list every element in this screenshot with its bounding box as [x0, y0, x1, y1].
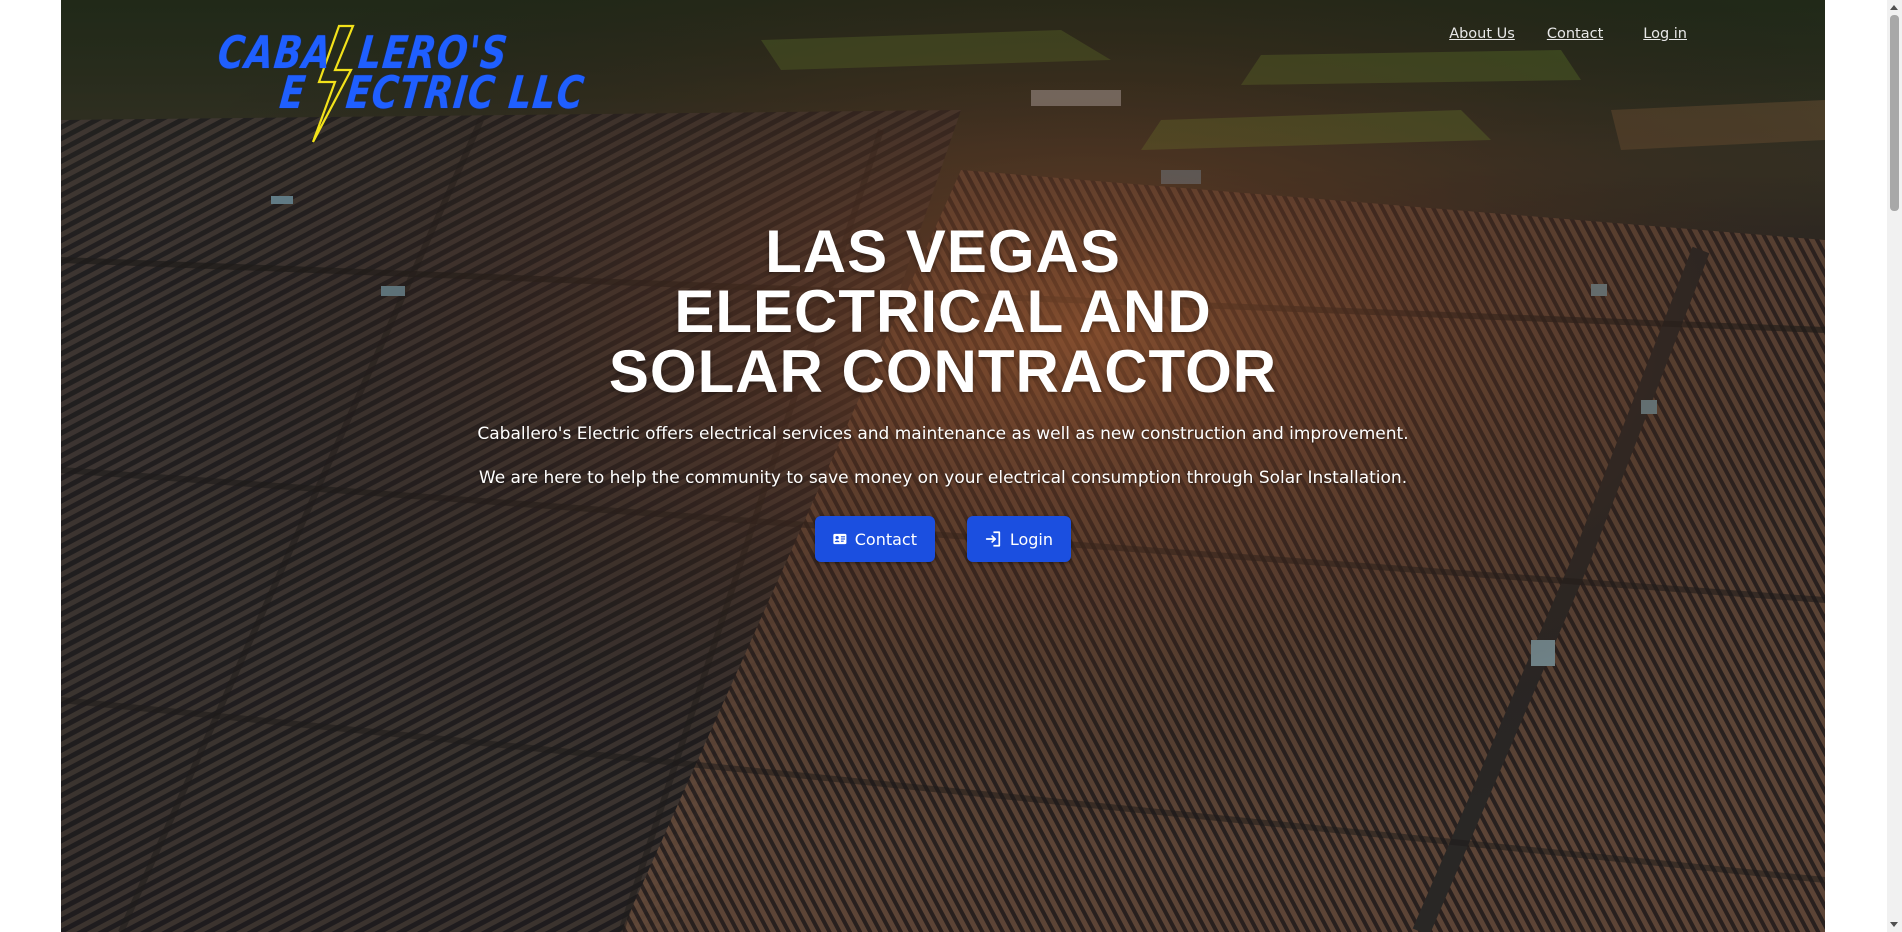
hero-section: CABA LERO'S E ECTRIC LLC About Us Contac… [61, 0, 1825, 932]
logo-text-line2: E ECTRIC LLC [277, 68, 588, 120]
contact-button-label: Contact [854, 529, 917, 549]
hero-description-services: Caballero's Electric offers electrical s… [477, 424, 1409, 444]
scroll-up-arrow-icon[interactable] [1890, 5, 1898, 10]
login-button[interactable]: Login [967, 516, 1071, 562]
page: CABA LERO'S E ECTRIC LLC About Us Contac… [0, 0, 1902, 932]
login-button-label: Login [1009, 529, 1053, 549]
nav-link-about-us[interactable]: About Us [1449, 26, 1515, 42]
cta-button-group: Contact Login [61, 516, 1825, 562]
headline-line-3: SOLAR CONTRACTOR [608, 338, 1278, 405]
contact-button[interactable]: Contact [815, 516, 935, 562]
hero-headline: LAS VEGAS ELECTRICAL AND SOLAR CONTRACTO… [61, 222, 1825, 402]
contact-card-icon [833, 533, 847, 545]
hero-description-solar: We are here to help the community to sav… [478, 468, 1408, 488]
scrollbar-thumb[interactable] [1890, 15, 1899, 211]
nav-link-contact[interactable]: Contact [1547, 26, 1603, 42]
login-arrow-icon [985, 531, 1001, 547]
nav-link-log-in[interactable]: Log in [1643, 26, 1687, 42]
page-scrollbar[interactable] [1887, 0, 1902, 932]
headline-line-1: LAS VEGAS [765, 218, 1121, 285]
headline-line-2: ELECTRICAL AND [674, 278, 1212, 345]
top-nav: About Us Contact Log in [1449, 26, 1687, 42]
company-logo[interactable]: CABA LERO'S E ECTRIC LLC [215, 24, 587, 144]
scroll-down-arrow-icon[interactable] [1890, 922, 1898, 927]
